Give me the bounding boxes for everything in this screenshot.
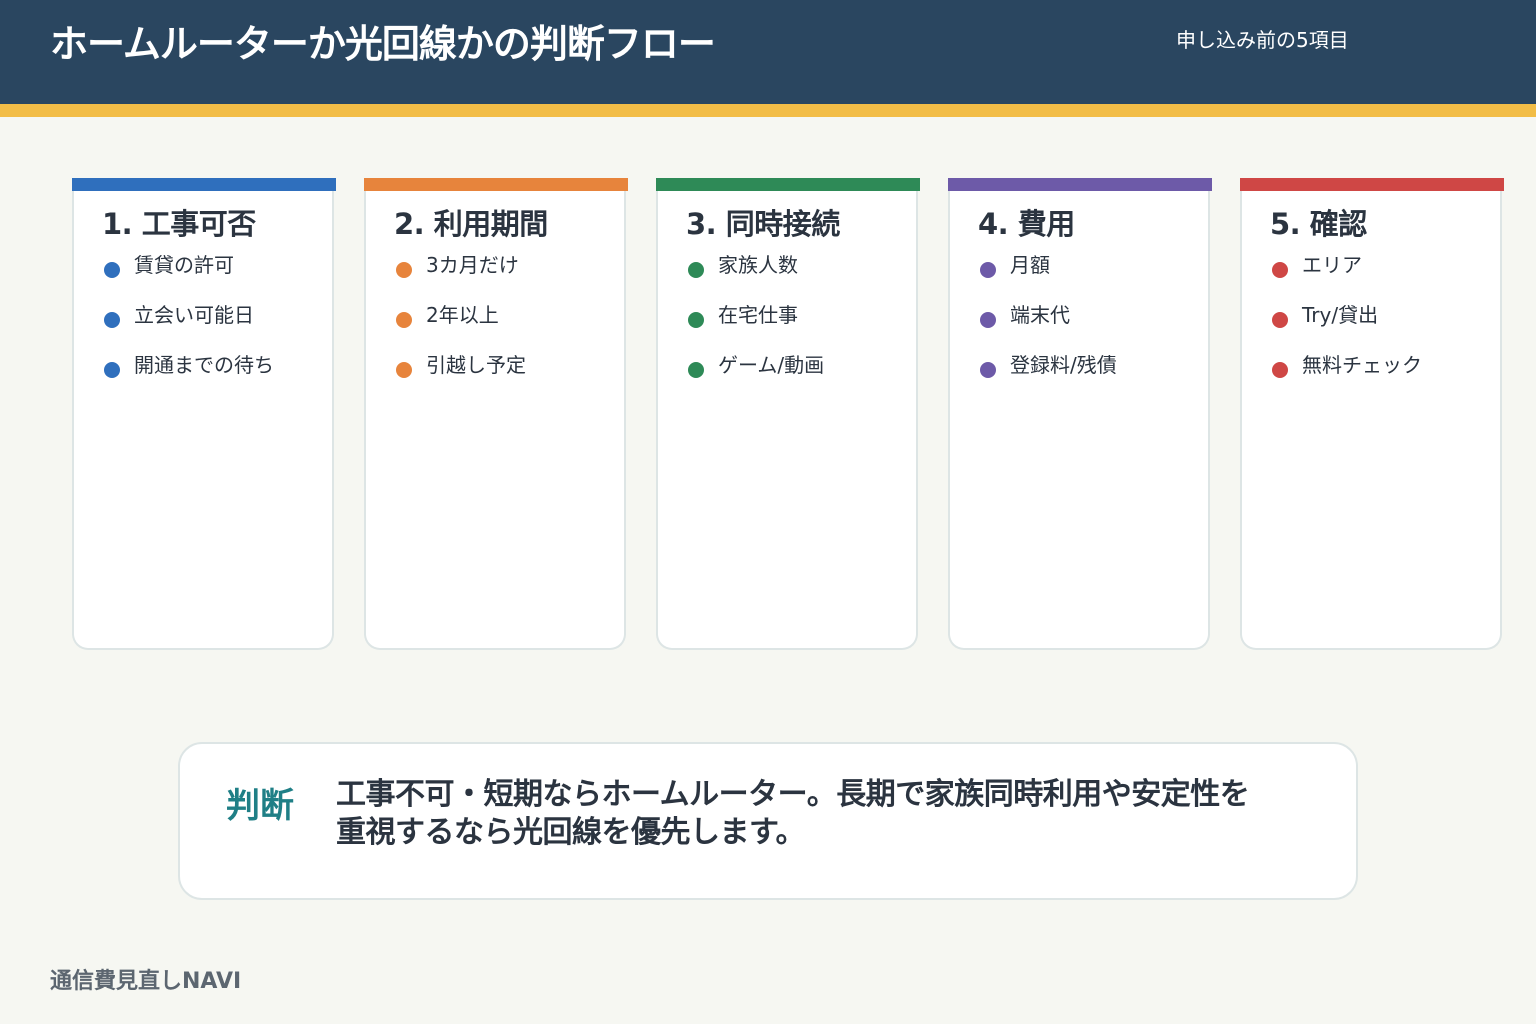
list-item-label: 月額	[1010, 253, 1050, 277]
list-item: 開通までの待ち	[102, 350, 274, 400]
bullet-dot-icon	[104, 312, 120, 328]
bullet-dot-icon	[1272, 362, 1288, 378]
list-item-label: エリア	[1302, 253, 1362, 277]
list-item: 端末代	[978, 300, 1117, 350]
card-accent-bar	[1240, 178, 1504, 191]
list-item-label: 端末代	[1010, 303, 1070, 327]
card-5: 5. 確認エリア Try/貸出無料チェック	[1240, 178, 1504, 650]
list-item: 立会い可能日	[102, 300, 274, 350]
card-item-list: 月額端末代登録料/残債	[978, 250, 1117, 400]
list-item: 月額	[978, 250, 1117, 300]
card-2: 2. 利用期間 3カ月だけ 2年以上引越し予定	[364, 178, 628, 650]
list-item-label: ゲーム/動画	[718, 353, 825, 377]
list-item-label: 立会い可能日	[134, 303, 254, 327]
list-item-label: 引越し予定	[426, 353, 526, 377]
bullet-dot-icon	[1272, 262, 1288, 278]
list-item: エリア	[1270, 250, 1422, 300]
verdict-label: 判断	[226, 786, 294, 826]
list-item: 家族人数	[686, 250, 824, 300]
bullet-dot-icon	[980, 312, 996, 328]
bullet-dot-icon	[104, 362, 120, 378]
verdict-text: 工事不可・短期ならホームルーター。長期で家族同時利用や安定性を重視するなら光回線…	[336, 777, 1250, 850]
list-item-label: Try/貸出	[1302, 303, 1379, 327]
card-3: 3. 同時接続家族人数在宅仕事ゲーム/動画	[656, 178, 920, 650]
header-bar: ホームルーターか光回線かの判断フロー 申し込み前の5項目	[0, 0, 1536, 104]
card-title: 2. 利用期間	[394, 207, 548, 241]
list-item-label: 無料チェック	[1302, 353, 1422, 377]
list-item: 登録料/残債	[978, 350, 1117, 400]
card-item-list: 家族人数在宅仕事ゲーム/動画	[686, 250, 824, 400]
list-item: 無料チェック	[1270, 350, 1422, 400]
footer-brand: 通信費見直しNAVI	[50, 969, 242, 994]
bullet-dot-icon	[980, 262, 996, 278]
list-item: 賃貸の許可	[102, 250, 274, 300]
card-title: 1. 工事可否	[102, 207, 256, 241]
card-accent-bar	[656, 178, 920, 191]
verdict-panel: 判断 工事不可・短期ならホームルーター。長期で家族同時利用や安定性を重視するなら…	[178, 742, 1358, 900]
card-1: 1. 工事可否賃貸の許可立会い可能日 開通までの待ち	[72, 178, 336, 650]
card-item-list: 3カ月だけ 2年以上引越し予定	[394, 250, 526, 400]
list-item: 引越し予定	[394, 350, 526, 400]
bullet-dot-icon	[104, 262, 120, 278]
card-accent-bar	[72, 178, 336, 191]
list-item-label: 家族人数	[718, 253, 798, 277]
list-item-label: 在宅仕事	[718, 303, 798, 327]
bullet-dot-icon	[980, 362, 996, 378]
bullet-dot-icon	[688, 312, 704, 328]
list-item-label: 登録料/残債	[1010, 353, 1117, 377]
card-4: 4. 費用月額端末代登録料/残債	[948, 178, 1212, 650]
list-item: 3カ月だけ	[394, 250, 526, 300]
bullet-dot-icon	[396, 262, 412, 278]
bullet-dot-icon	[688, 362, 704, 378]
page-subtitle: 申し込み前の5項目	[1176, 28, 1349, 52]
page-title: ホームルーターか光回線かの判断フロー	[50, 22, 716, 66]
bullet-dot-icon	[1272, 312, 1288, 328]
list-item-label: 開通までの待ち	[134, 353, 274, 377]
list-item: 在宅仕事	[686, 300, 824, 350]
header-accent-stripe	[0, 104, 1536, 117]
card-title: 5. 確認	[1270, 207, 1367, 241]
card-accent-bar	[948, 178, 1212, 191]
list-item-label: 賃貸の許可	[134, 253, 234, 277]
list-item: 2年以上	[394, 300, 526, 350]
card-accent-bar	[364, 178, 628, 191]
card-title: 3. 同時接続	[686, 207, 840, 241]
bullet-dot-icon	[688, 262, 704, 278]
card-item-list: エリア Try/貸出無料チェック	[1270, 250, 1422, 400]
bullet-dot-icon	[396, 312, 412, 328]
list-item: Try/貸出	[1270, 300, 1422, 350]
card-item-list: 賃貸の許可立会い可能日 開通までの待ち	[102, 250, 274, 400]
card-title: 4. 費用	[978, 207, 1075, 241]
bullet-dot-icon	[396, 362, 412, 378]
list-item-label: 3カ月だけ	[426, 253, 519, 277]
list-item-label: 2年以上	[426, 303, 499, 327]
list-item: ゲーム/動画	[686, 350, 824, 400]
